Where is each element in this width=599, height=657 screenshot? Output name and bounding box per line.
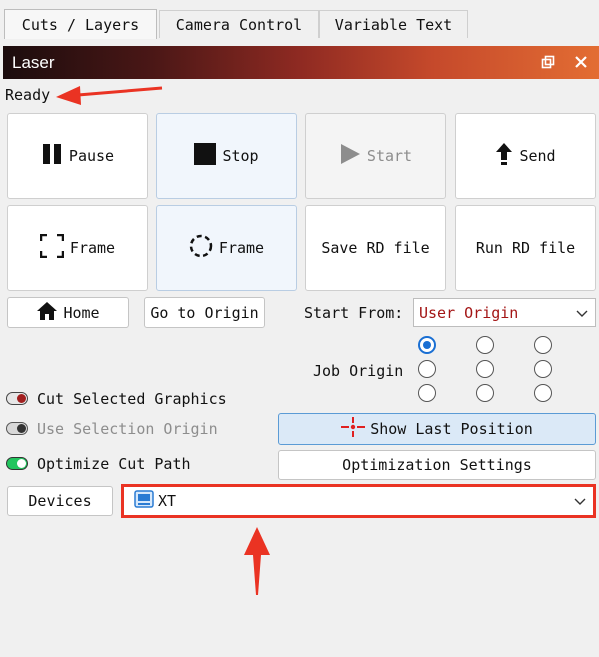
device-icon — [134, 490, 154, 512]
upload-arrow-icon — [495, 143, 513, 169]
devices-label: Devices — [28, 492, 92, 510]
go-to-origin-button[interactable]: Go to Origin — [144, 297, 265, 328]
start-from-label: Start From: — [304, 304, 404, 322]
show-last-position-button[interactable]: Show Last Position — [278, 413, 596, 445]
device-value: XT — [158, 492, 177, 510]
pause-icon — [41, 143, 63, 169]
square-frame-icon — [39, 233, 65, 262]
use-selection-origin-toggle[interactable] — [6, 422, 28, 435]
cut-selected-toggle[interactable] — [6, 392, 28, 405]
origin-bottom-left-radio[interactable] — [418, 384, 436, 402]
frame-square-label: Frame — [69, 239, 116, 257]
save-rd-label: Save RD file — [321, 239, 430, 257]
job-origin-label: Job Origin — [313, 362, 404, 380]
pause-button[interactable]: Pause — [7, 113, 148, 199]
tab-camera-control[interactable]: Camera Control — [159, 10, 319, 38]
optimize-cut-path-label: Optimize Cut Path — [37, 455, 191, 473]
panel-titlebar: Laser — [3, 46, 599, 79]
devices-button[interactable]: Devices — [7, 486, 113, 516]
origin-middle-center-radio[interactable] — [476, 360, 494, 378]
stop-button[interactable]: Stop — [156, 113, 297, 199]
annotation-arrow-left — [54, 82, 164, 114]
send-button[interactable]: Send — [455, 113, 596, 199]
tab-cuts-layers[interactable]: Cuts / Layers — [4, 9, 157, 39]
panel-title: Laser — [12, 52, 55, 72]
origin-middle-right-radio[interactable] — [534, 360, 552, 378]
float-window-icon[interactable] — [539, 53, 557, 71]
chevron-down-icon — [573, 494, 587, 508]
run-rd-file-button[interactable]: Run RD file — [455, 205, 596, 291]
home-label: Home — [63, 303, 100, 322]
tab-bar: Cuts / Layers Camera Control Variable Te… — [0, 0, 599, 39]
stop-label: Stop — [222, 147, 259, 165]
start-label: Start — [366, 147, 413, 165]
frame-circle-button[interactable]: Frame — [156, 205, 297, 291]
cut-selected-label: Cut Selected Graphics — [37, 390, 227, 408]
opt-settings-label: Optimization Settings — [342, 456, 532, 474]
circle-frame-icon — [189, 234, 213, 262]
send-label: Send — [519, 147, 556, 165]
use-selection-origin-label: Use Selection Origin — [37, 420, 218, 438]
play-icon — [339, 143, 361, 169]
origin-bottom-center-radio[interactable] — [476, 384, 494, 402]
run-rd-label: Run RD file — [475, 239, 576, 257]
origin-top-left-radio[interactable] — [418, 336, 436, 354]
status-text: Ready — [5, 86, 51, 104]
optimize-cut-path-toggle[interactable] — [6, 457, 28, 470]
start-button[interactable]: Start — [305, 113, 446, 199]
tab-variable-text[interactable]: Variable Text — [319, 10, 468, 38]
device-select[interactable]: XT — [121, 484, 596, 518]
tab-label: Cuts / Layers — [21, 15, 140, 34]
home-button[interactable]: Home — [7, 297, 129, 328]
origin-top-center-radio[interactable] — [476, 336, 494, 354]
home-icon — [36, 301, 58, 325]
crosshair-icon — [341, 417, 366, 441]
optimization-settings-button[interactable]: Optimization Settings — [278, 450, 596, 480]
start-from-value: User Origin — [419, 303, 519, 322]
start-from-select[interactable]: User Origin — [413, 298, 596, 327]
go-origin-label: Go to Origin — [150, 303, 259, 322]
origin-top-right-radio[interactable] — [534, 336, 552, 354]
tab-label: Camera Control — [175, 15, 303, 34]
annotation-arrow-up — [242, 527, 272, 601]
pause-label: Pause — [68, 147, 115, 165]
stop-icon — [194, 143, 217, 169]
show-last-label: Show Last Position — [370, 420, 533, 438]
origin-bottom-right-radio[interactable] — [534, 384, 552, 402]
tab-label: Variable Text — [334, 15, 453, 34]
frame-circle-label: Frame — [218, 239, 265, 257]
save-rd-file-button[interactable]: Save RD file — [305, 205, 446, 291]
frame-square-button[interactable]: Frame — [7, 205, 148, 291]
chevron-down-icon — [575, 306, 589, 320]
close-icon[interactable] — [572, 53, 590, 71]
origin-middle-left-radio[interactable] — [418, 360, 436, 378]
